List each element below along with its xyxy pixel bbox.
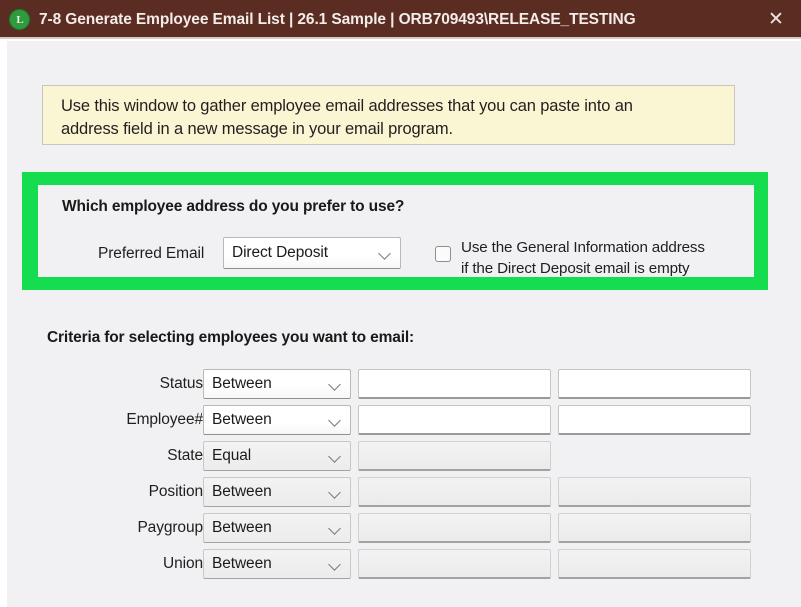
chevron-down-icon — [328, 377, 342, 391]
criteria-row: Status Between — [7, 367, 801, 403]
criteria-value-to-input[interactable] — [558, 369, 751, 399]
preferred-email-highlight-box: Which employee address do you prefer to … — [22, 172, 768, 290]
application-window: L 7-8 Generate Employee Email List | 26.… — [0, 0, 801, 607]
criteria-value-to-input[interactable] — [558, 513, 751, 543]
application-logo-glyph: L — [16, 13, 23, 26]
criteria-row-label: Union — [163, 555, 203, 572]
chevron-down-icon — [328, 449, 342, 463]
criteria-row-label: Position — [148, 483, 203, 500]
criteria-operator-select[interactable]: Equal — [203, 441, 351, 471]
criteria-operator-select[interactable]: Between — [203, 549, 351, 579]
criteria-value-from-input[interactable] — [358, 549, 551, 579]
criteria-value-from-input[interactable] — [358, 441, 551, 471]
general-info-checkbox-label-line-2: if the Direct Deposit email is empty — [461, 260, 690, 277]
criteria-operator-value: Between — [212, 375, 272, 392]
window-body: Use this window to gather employee email… — [7, 41, 801, 607]
preferred-email-heading: Which employee address do you prefer to … — [62, 198, 405, 215]
chevron-down-icon — [378, 246, 392, 260]
criteria-row: Paygroup Between — [7, 511, 801, 547]
title-bar: L 7-8 Generate Employee Email List | 26.… — [0, 0, 801, 39]
preferred-email-value: Direct Deposit — [232, 244, 328, 261]
general-info-checkbox-label-line-1: Use the General Information address — [461, 239, 705, 256]
info-banner-line-1: Use this window to gather employee email… — [61, 97, 633, 115]
criteria-operator-select[interactable]: Between — [203, 369, 351, 399]
criteria-operator-value: Between — [212, 555, 272, 572]
criteria-operator-select[interactable]: Between — [203, 477, 351, 507]
criteria-value-to-input[interactable] — [558, 477, 751, 507]
criteria-row-label: Status — [159, 375, 203, 392]
application-logo-icon: L — [9, 9, 30, 30]
general-info-checkbox[interactable] — [435, 246, 451, 262]
chevron-down-icon — [328, 485, 342, 499]
chevron-down-icon — [328, 521, 342, 535]
criteria-operator-value: Between — [212, 519, 272, 536]
criteria-operator-select[interactable]: Between — [203, 405, 351, 435]
criteria-operator-value: Between — [212, 411, 272, 428]
general-info-checkbox-label: Use the General Information address if t… — [461, 233, 705, 279]
criteria-row: Position Between — [7, 475, 801, 511]
info-banner: Use this window to gather employee email… — [42, 85, 735, 145]
criteria-heading: Criteria for selecting employees you wan… — [47, 329, 415, 346]
close-icon[interactable]: ✕ — [761, 5, 791, 35]
general-info-checkbox-group[interactable]: Use the General Information address if t… — [435, 233, 705, 279]
info-banner-line-2: address field in a new message in your e… — [61, 120, 453, 138]
criteria-operator-value: Between — [212, 483, 272, 500]
criteria-operator-select[interactable]: Between — [203, 513, 351, 543]
criteria-row-label: Paygroup — [137, 519, 203, 536]
window-title: 7-8 Generate Employee Email List | 26.1 … — [39, 10, 636, 28]
criteria-row: Union Between — [7, 547, 801, 583]
chevron-down-icon — [328, 557, 342, 571]
criteria-table: Status Between Employee# Between State Equal P… — [7, 367, 801, 583]
chevron-down-icon — [328, 413, 342, 427]
criteria-value-from-input[interactable] — [358, 513, 551, 543]
criteria-value-from-input[interactable] — [358, 369, 551, 399]
criteria-value-from-input[interactable] — [358, 405, 551, 435]
preferred-email-select[interactable]: Direct Deposit — [223, 237, 401, 269]
criteria-value-to-input[interactable] — [558, 405, 751, 435]
criteria-row-label: Employee# — [126, 411, 203, 428]
criteria-value-from-input[interactable] — [358, 477, 551, 507]
criteria-value-to-input[interactable] — [558, 549, 751, 579]
criteria-row-label: State — [167, 447, 203, 464]
preferred-email-label: Preferred Email — [98, 245, 205, 262]
criteria-operator-value: Equal — [212, 447, 252, 464]
criteria-row: State Equal — [7, 439, 801, 475]
preferred-email-row: Preferred Email Direct Deposit Use the G… — [38, 233, 754, 279]
preferred-email-section: Which employee address do you prefer to … — [38, 185, 754, 277]
criteria-row: Employee# Between — [7, 403, 801, 439]
